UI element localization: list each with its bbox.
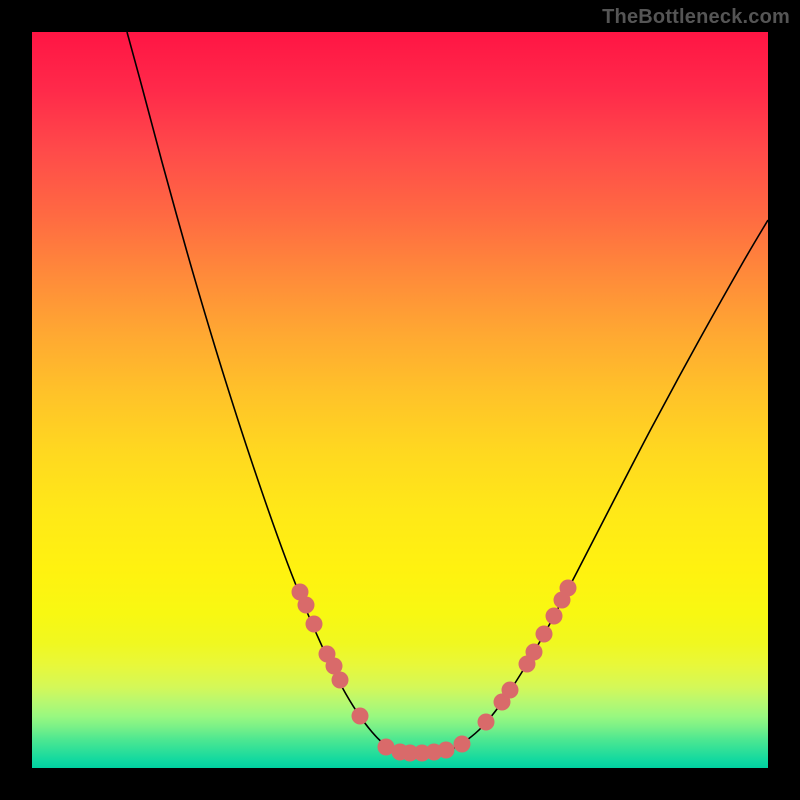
- plot-area: [32, 32, 768, 768]
- bottleneck-curve: [127, 32, 768, 753]
- data-dot: [526, 644, 543, 661]
- chart-svg: [32, 32, 768, 768]
- data-dot: [438, 742, 455, 759]
- data-dot: [298, 597, 315, 614]
- data-dot: [306, 616, 323, 633]
- data-dot: [454, 736, 471, 753]
- watermark-text: TheBottleneck.com: [602, 6, 790, 29]
- data-dot: [332, 672, 349, 689]
- data-dot: [546, 608, 563, 625]
- data-dot: [536, 626, 553, 643]
- chart-container: TheBottleneck.com: [0, 0, 800, 800]
- data-dot: [560, 580, 577, 597]
- data-dot: [478, 714, 495, 731]
- data-dot: [352, 708, 369, 725]
- data-dot: [502, 682, 519, 699]
- data-dots-group: [292, 580, 577, 762]
